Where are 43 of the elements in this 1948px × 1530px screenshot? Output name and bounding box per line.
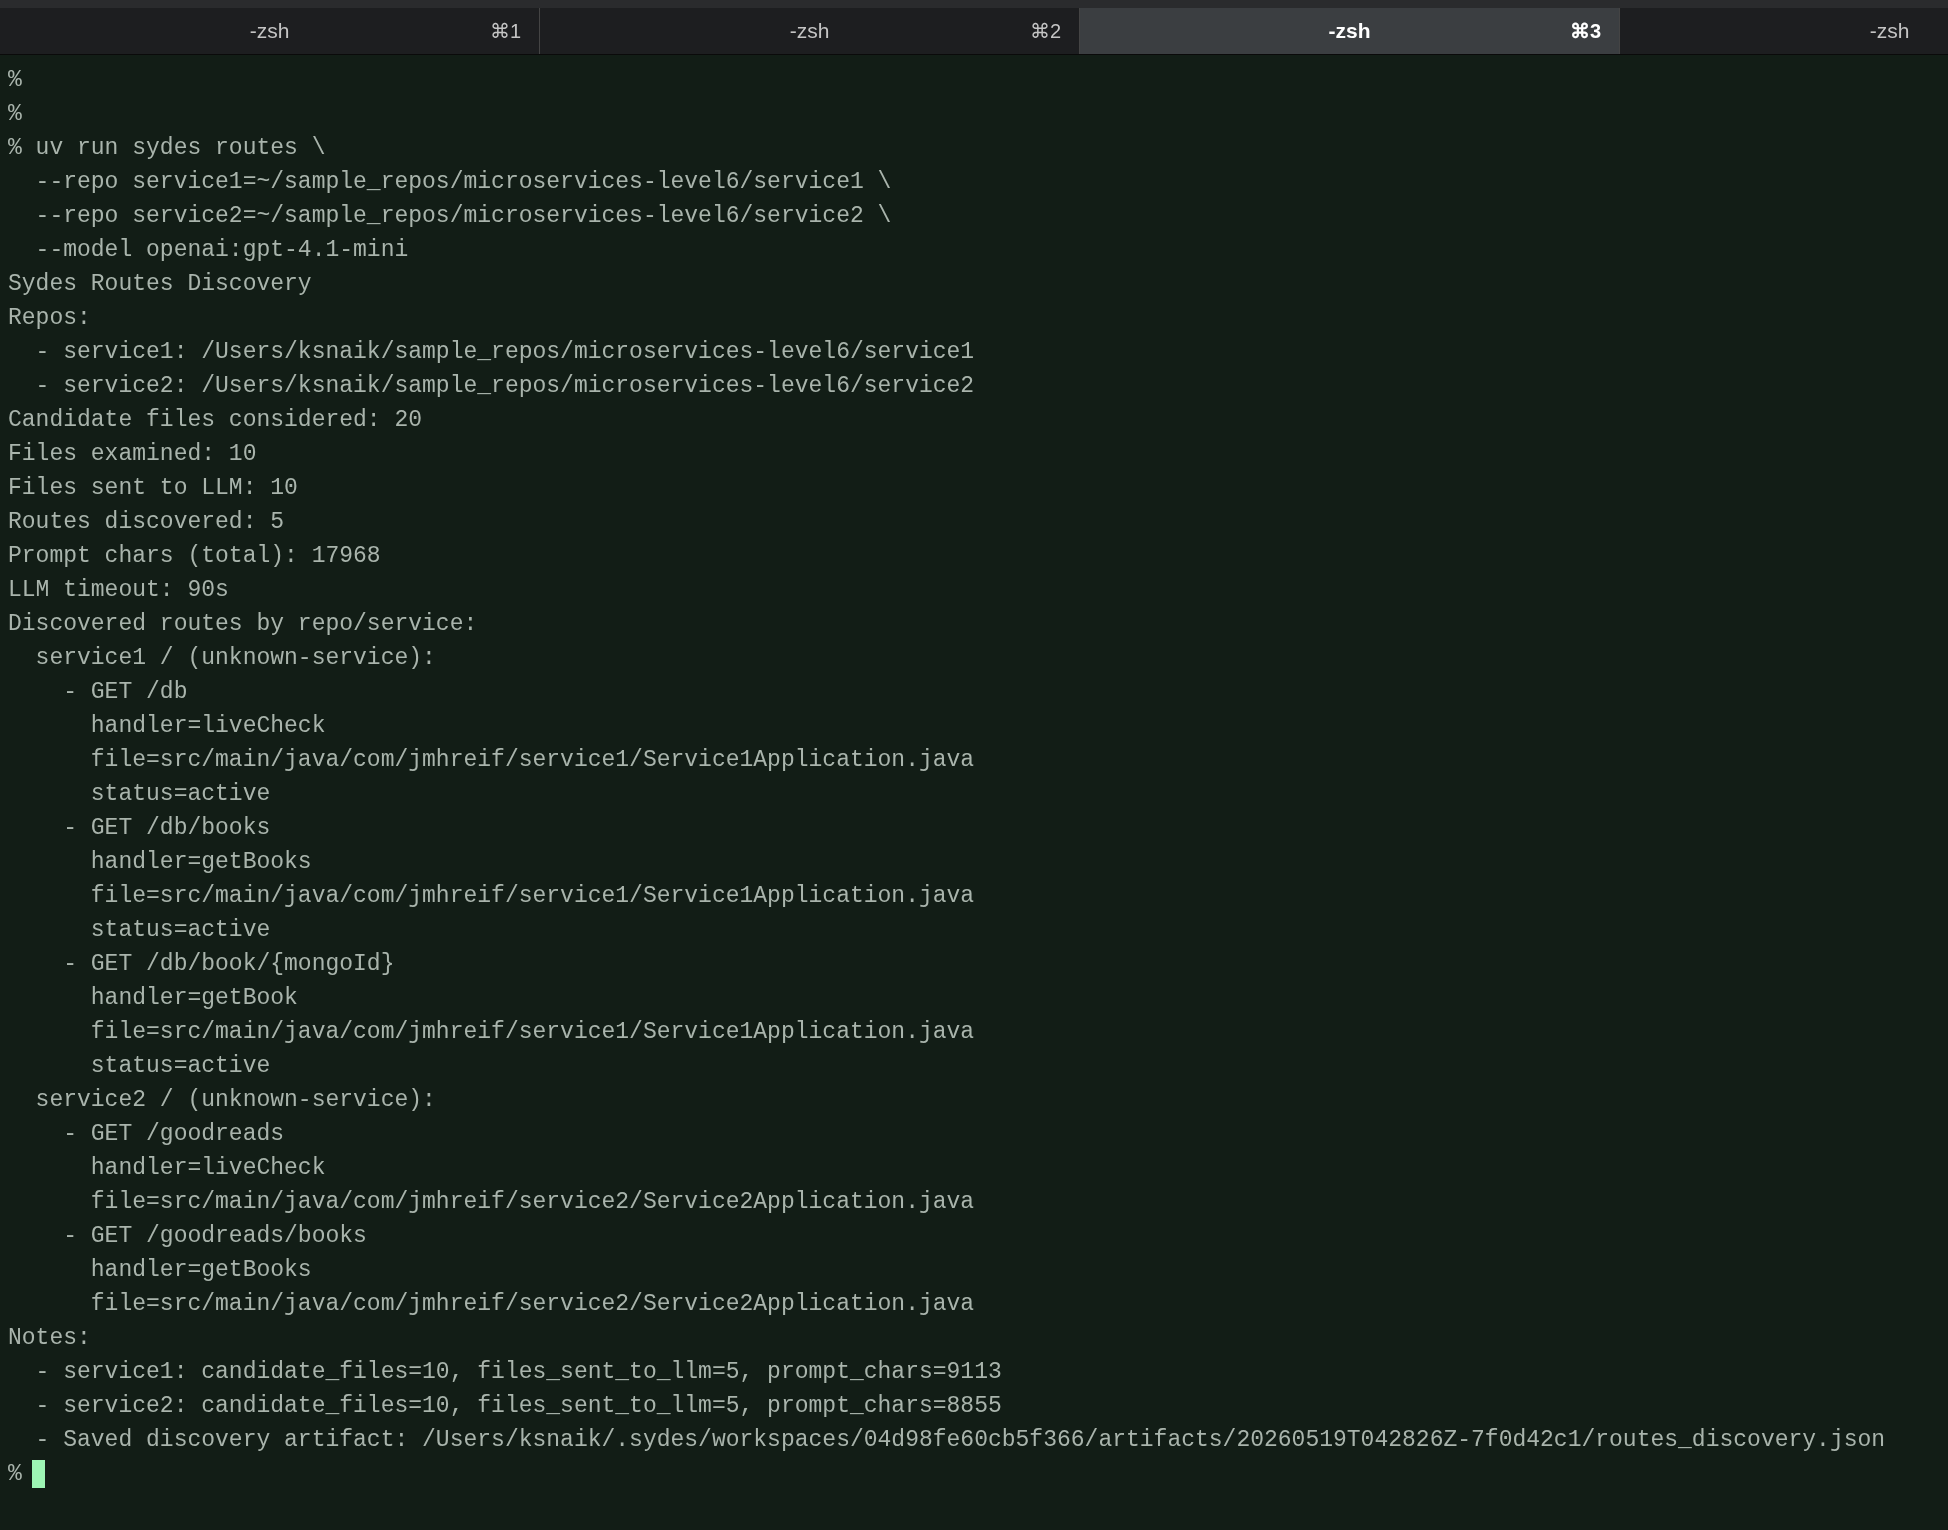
terminal-line: - GET /db/books: [62, 814, 271, 843]
terminal-line: Candidate files considered: 20: [8, 406, 423, 435]
terminal-line: handler=liveCheck: [89, 1154, 326, 1183]
terminal-line: service2 / (unknown-service):: [34, 1086, 436, 1115]
terminal-line: handler=liveCheck: [89, 712, 326, 741]
terminal-line: status=active: [89, 780, 271, 809]
terminal-line: Prompt chars (total): 17968: [8, 542, 381, 571]
terminal-line: status=active: [89, 1052, 271, 1081]
terminal-line: Discovered routes by repo/service:: [8, 610, 478, 639]
terminal-line: - GET /goodreads/books: [62, 1222, 367, 1251]
terminal-line: file=src/main/java/com/jmhreif/service2/Service2Application.java: [89, 1290, 975, 1319]
terminal-line: --repo service1=~/sample_repos/microservices-level6/service1 \: [34, 168, 892, 197]
terminal-line: LLM timeout: 90s: [8, 576, 229, 605]
terminal-line: %: [8, 66, 22, 95]
terminal-line: handler=getBook: [89, 984, 298, 1013]
terminal-line: - GET /db: [62, 678, 188, 707]
terminal-line: Files sent to LLM: 10: [8, 474, 298, 503]
terminal-line: - service1: candidate_files=10, files_sent_to_llm=5, prompt_chars=9113: [34, 1358, 1002, 1387]
terminal-tab[interactable]: -zsh ⌘3: [1080, 8, 1620, 54]
terminal-line: %: [8, 100, 22, 129]
terminal-line: Sydes Routes Discovery: [8, 270, 312, 299]
terminal-line: status=active: [89, 916, 271, 945]
terminal-line: service1 / (unknown-service):: [34, 644, 436, 673]
terminal-line: handler=getBooks: [89, 1256, 312, 1285]
terminal-line: Notes:: [8, 1324, 91, 1353]
terminal-line: file=src/main/java/com/jmhreif/service1/Service1Application.java: [89, 882, 975, 911]
terminal-line: - service1: /Users/ksnaik/sample_repos/microservices-level6/service1: [34, 338, 975, 367]
terminal-line: - GET /db/book/{mongoId}: [62, 950, 395, 979]
terminal-line: - service2: candidate_files=10, files_sent_to_llm=5, prompt_chars=8855: [34, 1392, 1002, 1421]
terminal-line: % uv run sydes routes \: [8, 134, 326, 163]
terminal-line: file=src/main/java/com/jmhreif/service1/Service1Application.java: [89, 1018, 975, 1047]
terminal-line: --repo service2=~/sample_repos/microservices-level6/service2 \: [34, 202, 892, 231]
shell-prompt: %: [8, 1460, 22, 1489]
terminal-line: Repos:: [8, 304, 91, 333]
terminal-line: - Saved discovery artifact: /Users/ksnaik/.sydes/workspaces/04d98fe60cb5f366/artifacts/20260519T042826Z-7f0d42c1/routes_discovery.json: [34, 1426, 1886, 1455]
terminal-line: Files examined: 10: [8, 440, 257, 469]
terminal-line: handler=getBooks: [89, 848, 312, 877]
terminal-line: file=src/main/java/com/jmhreif/service1/Service1Application.java: [89, 746, 975, 775]
terminal-line: --model openai:gpt-4.1-mini: [34, 236, 409, 265]
terminal-line: - service2: /Users/ksnaik/sample_repos/microservices-level6/service2: [34, 372, 975, 401]
terminal-line: Routes discovered: 5: [8, 508, 285, 537]
terminal-line: file=src/main/java/com/jmhreif/service2/Service2Application.java: [89, 1188, 975, 1217]
terminal-line: - GET /goodreads: [62, 1120, 285, 1149]
